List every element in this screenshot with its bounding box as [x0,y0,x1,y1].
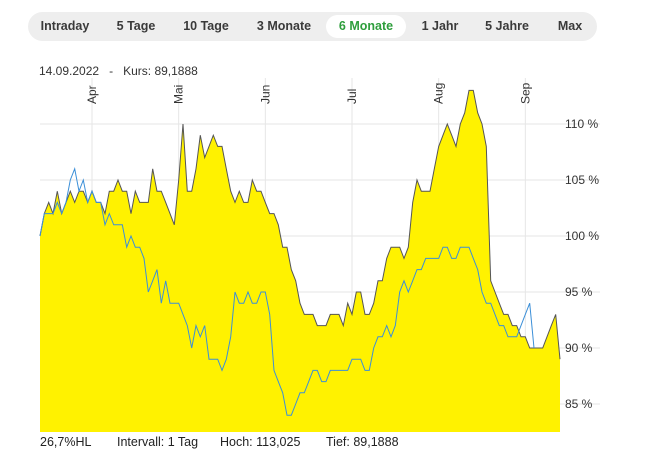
interval-value: 1 Tag [167,435,199,449]
footer-hoch: Hoch: 113,025 [220,435,300,449]
footer-range: 26,7%HL [40,435,92,449]
y-tick-label-0: 85 % [565,397,593,411]
month-label-5: Sep [518,82,532,104]
y-tick-label-5: 110 % [565,117,598,131]
area-series-fill [40,90,560,433]
footer-interval: Intervall: 1 Tag [117,435,198,449]
month-label-0: Apr [85,85,99,104]
month-label-4: Aug [432,83,446,104]
y-tick-label-3: 100 % [565,229,599,243]
price-chart: Apr Mai Jun Jul Aug Sep 85 % 90 % 95 % 100 % 105 %… [39,78,600,433]
tief-value: 89,1888 [353,435,399,449]
tief-label: Tief: [326,435,350,449]
hoch-label: Hoch: [220,435,253,449]
month-label-2: Jun [258,85,272,104]
y-tick-label-2: 95 % [565,285,593,299]
month-label-3: Jul [345,89,359,104]
y-tick-label-4: 105 % [565,173,599,187]
footer-tief: Tief: 89,1888 [326,435,399,449]
month-label-1: Mai [172,85,186,104]
y-tick-label-1: 90 % [565,341,593,355]
interval-label: Intervall: [117,435,165,449]
hoch-value: 113,025 [256,435,301,449]
